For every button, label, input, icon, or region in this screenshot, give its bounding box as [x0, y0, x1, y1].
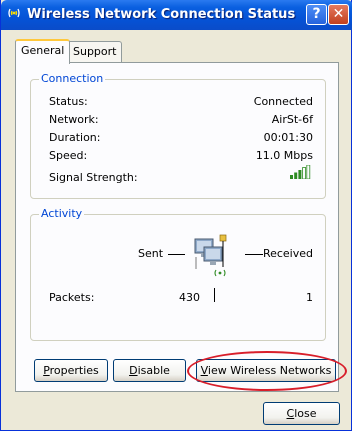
properties-label: roperties — [49, 364, 99, 377]
window-title: Wireless Network Connection Status — [27, 7, 296, 22]
packets-received-value: 1 — [306, 291, 313, 304]
packets-sent-value: 430 — [179, 291, 200, 304]
general-panel: Connection Status: Connected Network: Ai… — [15, 62, 339, 392]
activity-group: Activity Sent Received Packets: 430 1 — [30, 207, 326, 341]
tab-general[interactable]: General — [15, 39, 71, 64]
help-button[interactable]: ? — [306, 4, 327, 25]
duration-label: Duration: — [49, 131, 101, 144]
help-icon: ? — [312, 6, 321, 22]
disable-button[interactable]: Disable — [113, 359, 186, 382]
sent-label: Sent — [138, 247, 164, 260]
network-label: Network: — [49, 113, 99, 126]
speed-label: Speed: — [49, 149, 88, 162]
signal-bar — [302, 167, 307, 179]
activity-group-label: Activity — [39, 207, 85, 220]
close-button[interactable]: Close — [263, 402, 340, 425]
network-value: AirSt-6f — [271, 113, 313, 126]
close-icon: ✕ — [332, 6, 345, 22]
close-window-button[interactable]: ✕ — [328, 4, 349, 25]
tab-support[interactable]: Support — [67, 41, 123, 63]
signal-strength-icon — [290, 165, 311, 179]
properties-button[interactable]: Properties — [34, 359, 108, 382]
signal-bar — [290, 175, 293, 179]
wireless-icon — [8, 8, 20, 18]
network-computers-icon — [194, 234, 227, 277]
received-line — [245, 254, 263, 255]
connection-group: Connection Status: Connected Network: Ai… — [30, 72, 326, 199]
signal-bar — [294, 172, 298, 179]
signal-strength-label: Signal Strength: — [49, 171, 138, 184]
signal-bar — [306, 165, 311, 179]
packets-label: Packets: — [49, 291, 95, 304]
signal-bar — [298, 170, 302, 179]
disable-accel: D — [129, 364, 138, 377]
connection-group-label: Connection — [39, 72, 106, 85]
speed-value: 11.0 Mbps — [255, 149, 313, 162]
received-label: Received — [262, 247, 313, 260]
close-label: lose — [294, 407, 317, 420]
title-bar[interactable]: Wireless Network Connection Status ? ✕ — [1, 0, 352, 30]
view-networks-highlight-circle — [187, 351, 347, 391]
status-value: Connected — [253, 95, 313, 108]
duration-value: 00:01:30 — [263, 131, 313, 144]
packets-divider — [214, 288, 215, 302]
sent-line — [168, 254, 185, 255]
status-dialog: Wireless Network Connection Status ? ✕ G… — [0, 0, 352, 431]
disable-label: isable — [137, 364, 170, 377]
status-label: Status: — [49, 95, 88, 108]
